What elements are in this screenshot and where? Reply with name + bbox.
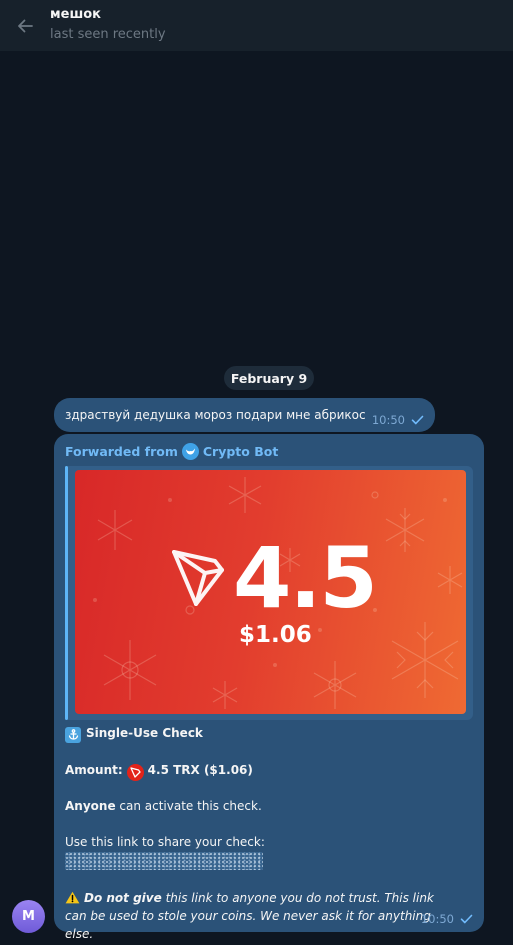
forwarded-prefix: Forwarded from — [65, 443, 178, 459]
trx-icon — [126, 764, 144, 781]
forwarded-sender: Crypto Bot — [202, 443, 279, 459]
warning-text: Do not give this link to anyone you do n… — [65, 889, 455, 943]
back-button[interactable] — [0, 0, 50, 51]
arrow-left-icon — [18, 19, 33, 32]
message-time: 10:50 — [371, 412, 405, 427]
forwarded-header[interactable]: Forwarded from Crypto Bot — [65, 442, 278, 460]
crypto-bot-icon — [181, 442, 199, 460]
single-check-icon — [411, 415, 424, 425]
message-bubble[interactable]: здраствуй дедушка мороз подари мне абрик… — [54, 398, 435, 432]
anyone-line: Anyone can activate this check. — [65, 799, 262, 813]
anyone-rest: can activate this check. — [119, 799, 262, 813]
message-meta: 10:50 — [421, 912, 473, 926]
hidden-link-spoiler[interactable] — [65, 852, 263, 870]
message-time: 10:50 — [420, 912, 454, 926]
forwarded-message-bubble[interactable]: Forwarded from Crypto Bot 4.5 $1.06 Sing… — [54, 434, 484, 941]
amount-value: 4.5 TRX ($1.06) — [147, 763, 253, 777]
amount-line: Amount: 4.5 TRX ($1.06) — [65, 763, 253, 781]
check-title-line: Single-Use Check — [65, 726, 203, 743]
check-usd-amount: $1.06 — [239, 622, 312, 648]
share-line: Use this link to share your check: — [65, 835, 265, 849]
chat-info[interactable]: мешок last seen recently — [50, 6, 166, 44]
message-meta: 10:50 — [372, 404, 424, 427]
tron-logo — [172, 550, 224, 606]
warning-icon — [65, 891, 80, 905]
chat-title: мешок — [50, 6, 102, 22]
amount-label: Amount: — [65, 763, 123, 777]
warning-bold: Do not give — [84, 891, 162, 905]
check-amount: 4.5 — [233, 529, 378, 627]
check-image[interactable]: 4.5 $1.06 — [75, 470, 466, 714]
date-divider: February 9 — [224, 366, 314, 390]
check-title: Single-Use Check — [86, 726, 203, 740]
anyone-bold: Anyone — [65, 799, 116, 813]
chat-status: last seen recently — [50, 26, 166, 42]
anchor-icon — [65, 726, 81, 743]
avatar[interactable]: M — [12, 900, 45, 933]
chat-header: мешок last seen recently — [0, 0, 513, 51]
single-check-icon — [460, 914, 473, 924]
message-text: здраствуй дедушка мороз подари мне абрик… — [65, 408, 366, 422]
